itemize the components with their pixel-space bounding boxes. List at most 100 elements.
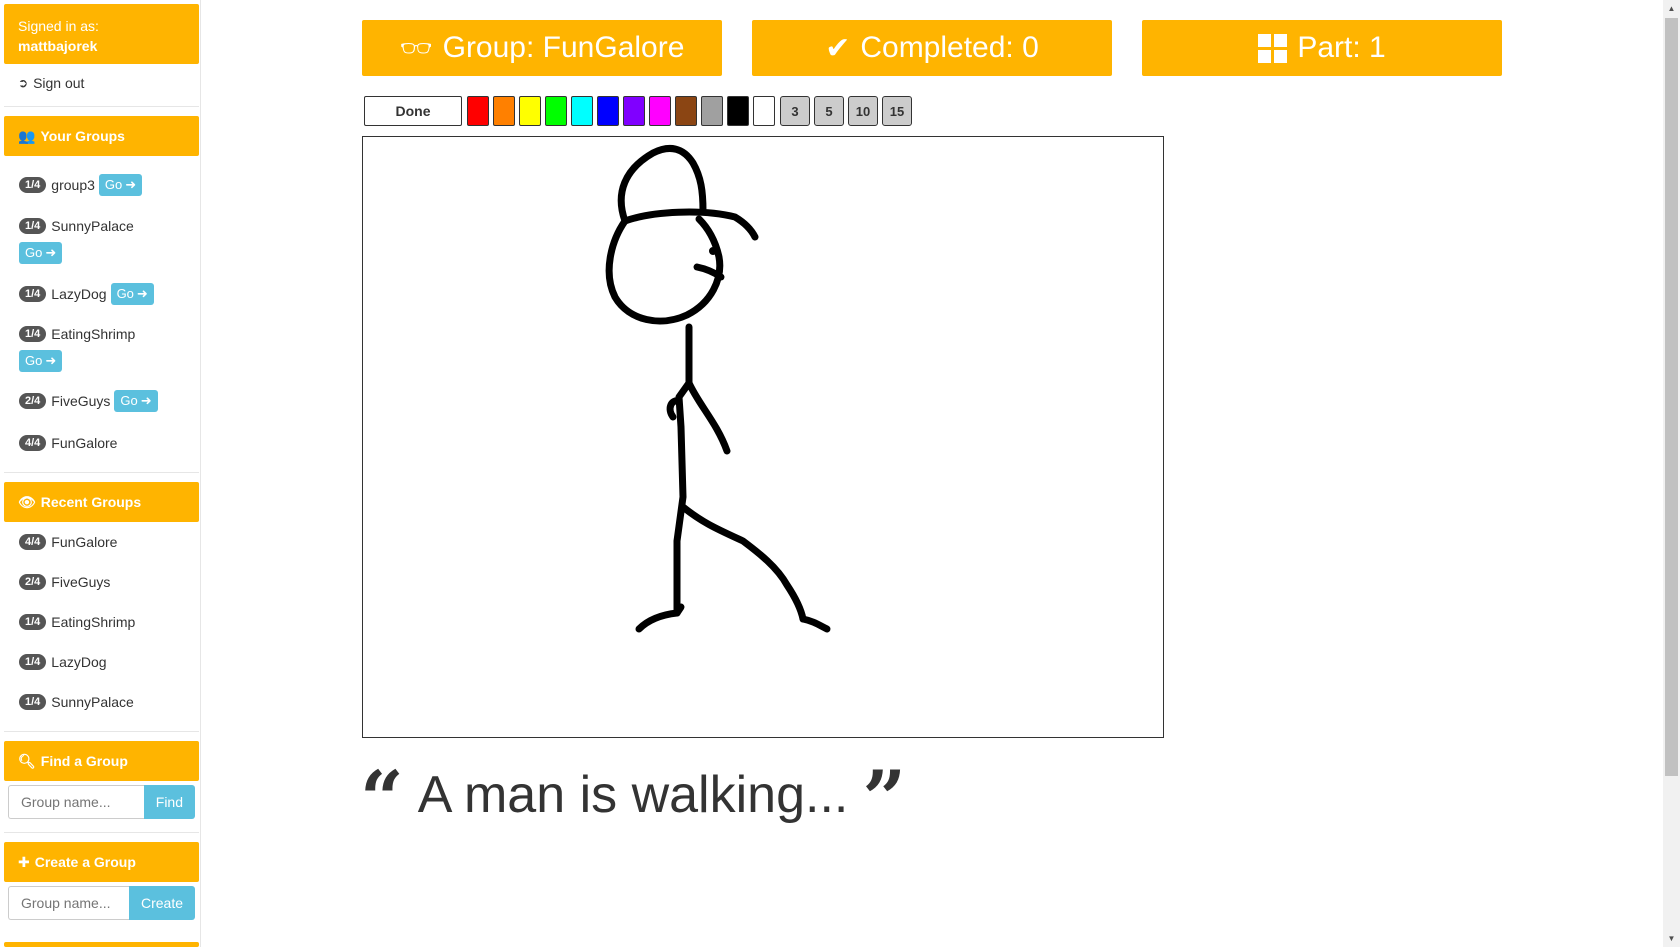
go-label: Go	[120, 393, 138, 408]
sign-out-icon: ➲	[18, 76, 29, 90]
group-item-sunnypalace: 1/4 SunnyPalace Go ➜	[19, 218, 184, 264]
drawing-toolbar: Done 3 5 10 15	[364, 95, 912, 127]
color-swatch[interactable]	[519, 96, 541, 126]
group-badge: 2/4	[19, 393, 47, 409]
color-swatch[interactable]	[727, 96, 749, 126]
username: mattbajorek	[18, 38, 98, 54]
go-label: Go	[104, 177, 123, 192]
color-swatch[interactable]	[571, 96, 593, 126]
group-item-eatingshrimp: 1/4 EatingShrimp Go ➜	[19, 326, 184, 372]
recent-item[interactable]: 1/4 EatingShrimp	[19, 614, 184, 630]
scroll-down-arrow-icon[interactable]: ▼	[1663, 930, 1680, 947]
group-item-group3: 1/4 group3 Go ➜	[19, 174, 184, 196]
color-swatch[interactable]	[545, 96, 567, 126]
group-name: LazyDog	[51, 654, 107, 670]
group-badge: 4/4	[19, 534, 47, 550]
brush-size-button[interactable]: 5	[814, 96, 844, 126]
group-item-fiveguys: 2/4 FiveGuys Go ➜	[19, 390, 184, 412]
glasses-icon: 👓︎	[399, 32, 433, 63]
brush-sizes: 3 5 10 15	[780, 96, 912, 126]
color-swatch[interactable]	[597, 96, 619, 126]
group-badge: 1/4	[19, 177, 47, 193]
page-scrollbar[interactable]: ▲ ▼	[1663, 0, 1680, 947]
go-button-fiveguys[interactable]: Go ➜	[114, 390, 158, 412]
sign-out-link[interactable]: ➲ Sign out	[18, 75, 84, 91]
color-swatch[interactable]	[753, 96, 775, 126]
arrow-right-icon: ➜	[136, 286, 148, 301]
recent-item[interactable]: 4/4 FunGalore	[19, 534, 184, 550]
go-label: Go	[25, 353, 43, 368]
recent-groups-title: Recent Groups	[40, 494, 142, 510]
recent-item[interactable]: 1/4 SunnyPalace	[19, 694, 184, 710]
go-label: Go	[116, 286, 134, 301]
brush-size-button[interactable]: 3	[780, 96, 810, 126]
recent-item[interactable]: 1/4 LazyDog	[19, 654, 184, 670]
arrow-right-icon: ➜	[140, 393, 152, 408]
completed-stat-label: Completed: 0	[860, 31, 1039, 64]
grid-icon	[1258, 33, 1288, 63]
create-button[interactable]: Create	[128, 886, 195, 920]
go-button-sunnypalace[interactable]: Go ➜	[19, 242, 63, 264]
divider	[4, 106, 199, 107]
find-group-title: Find a Group	[40, 753, 128, 769]
brush-size-button[interactable]: 10	[848, 96, 878, 126]
drawing-canvas[interactable]	[362, 136, 1164, 738]
group-name: LazyDog	[51, 286, 107, 302]
create-group-form: Create	[8, 886, 195, 920]
group-name: EatingShrimp	[51, 326, 136, 342]
group-badge: 1/4	[19, 326, 47, 342]
divider	[4, 832, 199, 833]
group-badge: 1/4	[19, 218, 47, 234]
group-name: SunnyPalace	[51, 218, 134, 234]
color-swatch[interactable]	[493, 96, 515, 126]
divider	[4, 731, 199, 732]
scroll-thumb[interactable]	[1665, 18, 1678, 776]
part-stat-button[interactable]: Part: 1	[1142, 20, 1502, 76]
recent-groups-header: 👁 Recent Groups	[4, 482, 199, 522]
group-badge: 1/4	[19, 614, 47, 630]
group-stat-button[interactable]: 👓︎ Group: FunGalore	[362, 20, 722, 76]
arrow-right-icon: ➜	[45, 353, 57, 368]
find-group-input[interactable]	[8, 785, 144, 819]
signed-in-label: Signed in as:	[18, 18, 99, 34]
go-label: Go	[25, 245, 43, 260]
go-button-lazydog[interactable]: Go ➜	[110, 283, 154, 305]
group-stat-label: Group: FunGalore	[442, 31, 685, 64]
part-stat-label: Part: 1	[1297, 31, 1386, 64]
group-name: group3	[51, 177, 95, 193]
plus-icon: ✚	[18, 853, 30, 870]
quote-right-icon: ”	[862, 754, 907, 843]
color-swatch[interactable]	[649, 96, 671, 126]
create-group-header: ✚ Create a Group	[4, 842, 199, 882]
completed-stat-button[interactable]: ✔ Completed: 0	[752, 20, 1112, 76]
go-button-group3[interactable]: Go ➜	[98, 174, 143, 196]
group-name: FiveGuys	[51, 574, 111, 590]
group-name: FunGalore	[51, 435, 118, 451]
your-groups-header: 👥 Your Groups	[4, 116, 199, 156]
group-name: EatingShrimp	[51, 614, 136, 630]
group-name: FunGalore	[51, 534, 118, 550]
create-group-input[interactable]	[8, 886, 129, 920]
search-icon: 🔍︎	[18, 752, 36, 769]
group-name: SunnyPalace	[51, 694, 134, 710]
group-item-fungalore[interactable]: 4/4 FunGalore	[19, 435, 184, 451]
group-badge: 4/4	[19, 435, 47, 451]
group-item-lazydog: 1/4 LazyDog Go ➜	[19, 283, 184, 305]
color-swatch[interactable]	[675, 96, 697, 126]
go-button-eatingshrimp[interactable]: Go ➜	[19, 350, 63, 372]
done-button[interactable]: Done	[364, 96, 462, 126]
find-group-form: Find	[8, 785, 195, 819]
color-swatch[interactable]	[623, 96, 645, 126]
color-swatch[interactable]	[701, 96, 723, 126]
caption: “ A man is walking... ”	[360, 754, 907, 843]
brush-size-button[interactable]: 15	[882, 96, 912, 126]
find-button[interactable]: Find	[143, 785, 195, 819]
find-group-header: 🔍︎ Find a Group	[4, 741, 199, 781]
your-groups-title: Your Groups	[40, 128, 125, 144]
color-swatch[interactable]	[467, 96, 489, 126]
users-icon: 👥	[18, 127, 36, 144]
group-name: FiveGuys	[51, 393, 111, 409]
next-section-header	[4, 942, 199, 947]
recent-item[interactable]: 2/4 FiveGuys	[19, 574, 184, 590]
scroll-up-arrow-icon[interactable]: ▲	[1663, 0, 1680, 17]
